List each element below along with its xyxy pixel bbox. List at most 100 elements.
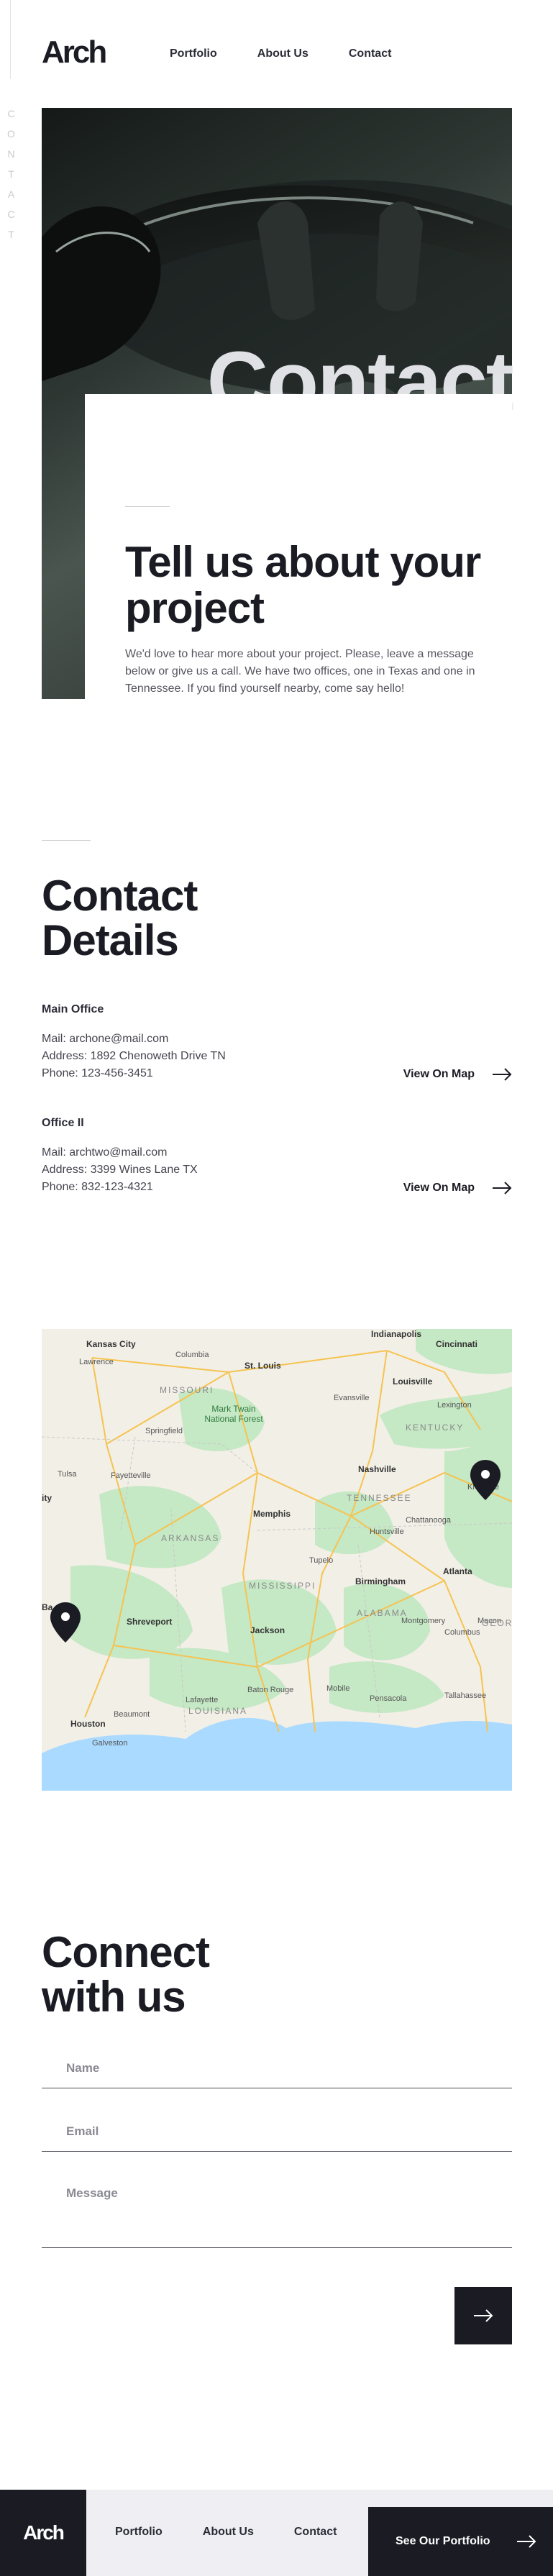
map-label-town: Tallahassee — [444, 1691, 487, 1700]
map-label-town: Montgomery — [401, 1617, 446, 1625]
side-letter: C — [7, 108, 16, 119]
map-label-indianapolis: Indianapolis — [371, 1329, 422, 1339]
hero-card: Tell us about your project We'd love to … — [85, 394, 512, 699]
map-label-state: MISSISSIPPI — [249, 1581, 316, 1591]
side-letter: T — [8, 229, 15, 240]
map-label-state: ARKANSAS — [161, 1533, 220, 1543]
map-label-kansas-city: Kansas City — [86, 1339, 136, 1349]
map-label-nashville: Nashville — [358, 1464, 396, 1474]
map-label-memphis: Memphis — [253, 1509, 291, 1519]
map-label-atlanta: Atlanta — [443, 1566, 472, 1576]
site-footer: Arch Portfolio About Us Contact See Our … — [0, 2490, 553, 2576]
map-label-town: Fayetteville — [111, 1471, 151, 1480]
office-title: Office II — [42, 1117, 84, 1129]
footer-logo[interactable]: Arch — [0, 2490, 86, 2576]
map-label-park: Mark Twain National Forest — [204, 1404, 263, 1424]
map-label-cincinnati: Cincinnati — [436, 1339, 478, 1349]
map-label-town: Huntsville — [370, 1527, 404, 1536]
map-label-birmingham: Birmingham — [355, 1576, 406, 1586]
map-label-town: Tupelo — [309, 1556, 334, 1565]
map-label-town: Lexington — [437, 1401, 472, 1410]
office-two: Office II Mail: archtwo@mail.com Address… — [42, 1117, 512, 1196]
view-on-map-link[interactable]: View On Map — [403, 1068, 512, 1081]
footer-nav-about-us[interactable]: About Us — [203, 2526, 254, 2539]
office-mail: Mail: archtwo@mail.com — [42, 1146, 168, 1159]
map-pin-icon[interactable] — [470, 1460, 501, 1500]
map-label-town: Mobile — [326, 1684, 350, 1693]
hero-intro: We'd love to hear more about your projec… — [125, 648, 475, 695]
map-label-edge: ity — [42, 1493, 52, 1503]
divider-line — [42, 840, 91, 841]
divider-line — [125, 506, 170, 507]
email-field — [42, 2111, 512, 2152]
arrow-right-icon — [474, 2309, 493, 2322]
message-field — [42, 2175, 512, 2248]
map-label-state: MISSOURI — [160, 1385, 214, 1395]
map-label-town: Columbia — [175, 1351, 209, 1359]
footer-nav-contact[interactable]: Contact — [294, 2526, 337, 2539]
map-pin-icon[interactable] — [50, 1602, 81, 1643]
map-label-town: Galveston — [92, 1739, 128, 1748]
name-input[interactable] — [42, 2048, 512, 2088]
map-label-town: Springfield — [145, 1427, 183, 1435]
main-nav: Portfolio About Us Contact — [170, 47, 391, 60]
view-on-map-label: View On Map — [403, 1068, 475, 1080]
office-mail: Mail: archone@mail.com — [42, 1033, 169, 1045]
message-input[interactable] — [42, 2175, 512, 2247]
divider-line — [10, 0, 11, 79]
vertical-page-label: C O N T A C T — [3, 108, 20, 240]
nav-contact[interactable]: Contact — [349, 47, 392, 60]
map-label-shreveport: Shreveport — [127, 1617, 173, 1627]
contact-details-heading: Contact Details — [42, 872, 198, 964]
side-letter: N — [7, 148, 16, 160]
map-label-town: Pensacola — [370, 1694, 407, 1703]
office-map[interactable]: Kansas City St. Louis Indianapolis Cinci… — [42, 1329, 512, 1791]
map-label-town: Beaumont — [114, 1710, 150, 1719]
submit-button[interactable] — [454, 2287, 512, 2344]
side-letter: A — [7, 188, 16, 200]
map-label-state: TENNESSEE — [347, 1493, 412, 1503]
hero-heading: Tell us about your project — [125, 538, 481, 632]
view-on-map-label: View On Map — [403, 1182, 475, 1194]
office-title: Main Office — [42, 1003, 104, 1015]
side-letter: O — [7, 128, 16, 140]
map-label-state: LOUISIANA — [188, 1706, 248, 1716]
map-label-houston: Houston — [70, 1719, 106, 1729]
side-letter: T — [8, 168, 15, 180]
map-label-town: Lawrence — [79, 1358, 114, 1366]
connect-heading: Connect with us — [42, 1928, 210, 2021]
map-label-town: Baton Rouge — [247, 1686, 294, 1694]
map-label-jackson: Jackson — [250, 1625, 285, 1635]
map-label-town: Lafayette — [186, 1696, 219, 1704]
office-main: Main Office Mail: archone@mail.com Addre… — [42, 1003, 512, 1082]
map-terrain — [42, 1329, 512, 1791]
side-letter: C — [7, 209, 16, 220]
name-field — [42, 2048, 512, 2088]
nav-about-us[interactable]: About Us — [257, 47, 309, 60]
map-label-state: ALABAMA — [357, 1608, 408, 1618]
arrow-right-icon — [493, 1182, 512, 1195]
footer-logo-text: Arch — [23, 2521, 65, 2544]
map-label-st-louis: St. Louis — [244, 1361, 281, 1371]
footer-nav-portfolio[interactable]: Portfolio — [115, 2526, 163, 2539]
see-portfolio-label: See Our Portfolio — [396, 2535, 490, 2547]
contact-details-section: Contact Details Main Office Mail: archon… — [42, 840, 512, 1196]
map-label-town: Columbus — [444, 1628, 480, 1637]
map-label-town: Evansville — [334, 1394, 370, 1402]
office-address: Address: 1892 Chenoweth Drive TN — [42, 1050, 226, 1062]
arrow-right-icon — [516, 2535, 536, 2548]
site-header: Arch Portfolio About Us Contact — [0, 0, 553, 108]
map-label-state: GEORG — [482, 1618, 512, 1628]
email-input[interactable] — [42, 2111, 512, 2152]
map-label-louisville: Louisville — [393, 1376, 433, 1387]
logo[interactable]: Arch — [42, 35, 107, 70]
nav-portfolio[interactable]: Portfolio — [170, 47, 217, 60]
footer-nav: Portfolio About Us Contact — [115, 2526, 337, 2539]
see-portfolio-button[interactable]: See Our Portfolio — [368, 2507, 553, 2576]
map-label-state: KENTUCKY — [406, 1422, 465, 1433]
office-address: Address: 3399 Wines Lane TX — [42, 1164, 198, 1176]
map-label-town: Tulsa — [58, 1470, 77, 1479]
connect-section: Connect with us — [42, 1928, 512, 2344]
map-label-town: Chattanooga — [406, 1516, 451, 1525]
view-on-map-link[interactable]: View On Map — [403, 1182, 512, 1195]
